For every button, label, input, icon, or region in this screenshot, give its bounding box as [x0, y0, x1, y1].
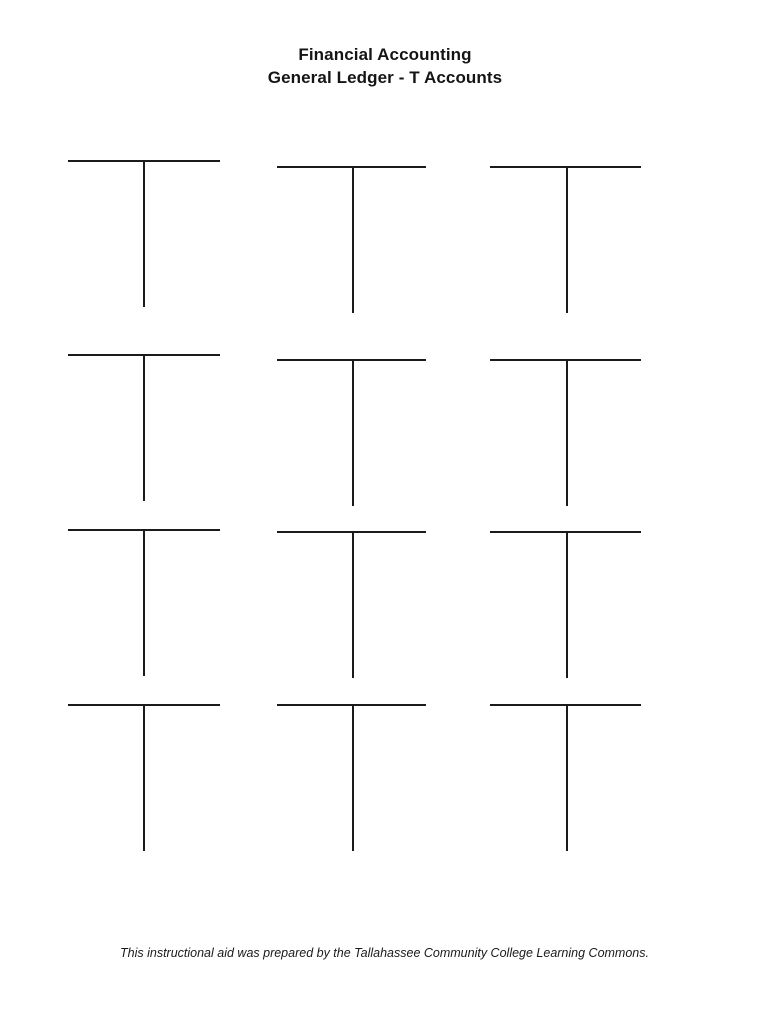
t-account-debit-side[interactable] — [68, 163, 143, 310]
t-account-credit-side[interactable] — [145, 707, 220, 854]
t-account[interactable] — [277, 166, 426, 315]
t-account-credit-side[interactable] — [568, 169, 641, 316]
t-account-debit-side[interactable] — [490, 707, 566, 854]
t-account[interactable] — [490, 531, 641, 680]
t-account-debit-side[interactable] — [277, 534, 352, 681]
worksheet-page: Financial Accounting General Ledger - T … — [0, 0, 770, 1024]
t-account[interactable] — [490, 704, 641, 853]
t-account-credit-side[interactable] — [354, 362, 426, 509]
t-account[interactable] — [68, 160, 220, 309]
t-account[interactable] — [68, 704, 220, 853]
t-account[interactable] — [68, 354, 220, 503]
t-account-debit-side[interactable] — [68, 357, 143, 504]
t-account-credit-side[interactable] — [568, 707, 641, 854]
t-account-credit-side[interactable] — [145, 163, 220, 310]
t-account-credit-side[interactable] — [354, 707, 426, 854]
t-account-debit-side[interactable] — [68, 532, 143, 679]
footer-attribution: This instructional aid was prepared by t… — [120, 946, 649, 960]
t-account[interactable] — [277, 531, 426, 680]
t-account[interactable] — [277, 359, 426, 508]
t-account-credit-side[interactable] — [145, 357, 220, 504]
t-account-debit-side[interactable] — [277, 169, 352, 316]
t-account-credit-side[interactable] — [145, 532, 220, 679]
t-account-debit-side[interactable] — [490, 169, 566, 316]
t-account[interactable] — [490, 166, 641, 315]
t-account[interactable] — [490, 359, 641, 508]
t-account-grid — [0, 0, 770, 1024]
t-account-credit-side[interactable] — [354, 534, 426, 681]
t-account[interactable] — [68, 529, 220, 678]
t-account-debit-side[interactable] — [490, 534, 566, 681]
t-account-debit-side[interactable] — [277, 362, 352, 509]
t-account-credit-side[interactable] — [568, 362, 641, 509]
t-account-credit-side[interactable] — [568, 534, 641, 681]
t-account-debit-side[interactable] — [277, 707, 352, 854]
t-account[interactable] — [277, 704, 426, 853]
t-account-credit-side[interactable] — [354, 169, 426, 316]
t-account-debit-side[interactable] — [68, 707, 143, 854]
t-account-debit-side[interactable] — [490, 362, 566, 509]
